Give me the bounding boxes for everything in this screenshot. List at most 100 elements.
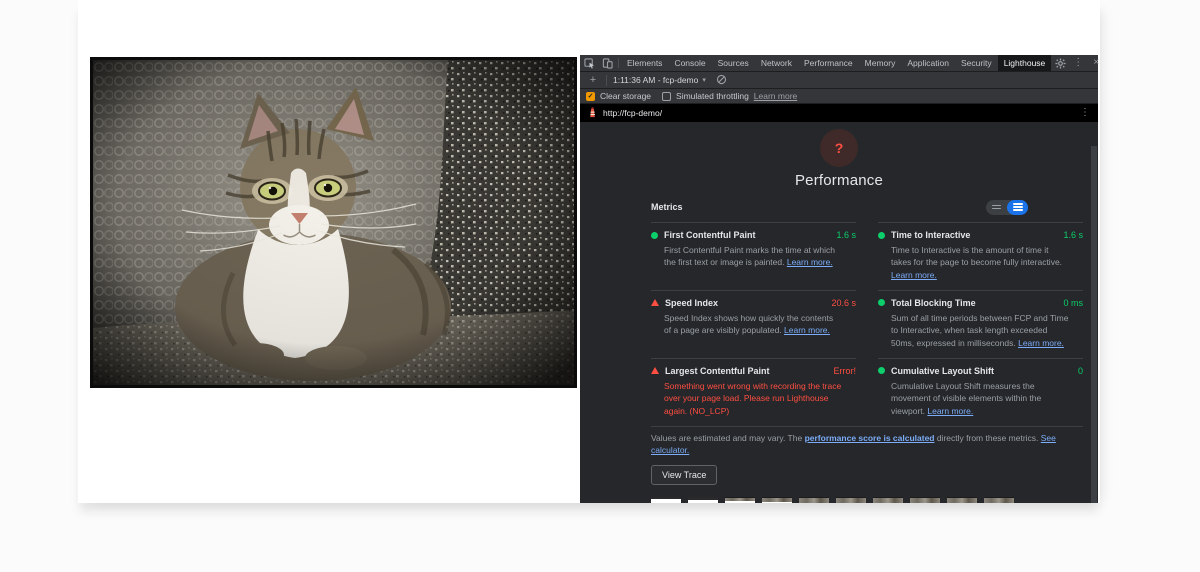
metric-largest-contentful-paint: Largest Contentful Paint Error! Something … bbox=[651, 357, 856, 426]
metric-title: Largest Contentful Paint bbox=[665, 365, 770, 376]
clear-storage-label[interactable]: Clear storage bbox=[600, 91, 651, 101]
filmstrip-frame bbox=[762, 496, 792, 503]
new-report-button[interactable]: + bbox=[586, 74, 600, 86]
footer-text-pre: Values are estimated and may vary. The bbox=[651, 432, 805, 443]
filmstrip-frame-photo bbox=[910, 496, 940, 503]
pass-dot-icon bbox=[878, 367, 885, 375]
filmstrip-frame bbox=[984, 496, 1014, 503]
metric-time-to-interactive: Time to Interactive 1.6 s Time to Interact… bbox=[878, 222, 1083, 290]
cat-illustration bbox=[93, 60, 574, 385]
report-kebab-icon[interactable]: ⋮ bbox=[1080, 108, 1090, 118]
filmstrip-frame-photo bbox=[799, 496, 829, 503]
tab-console[interactable]: Console bbox=[668, 55, 711, 71]
devtools-tabs: Elements Console Sources Network Performance… bbox=[621, 55, 1052, 71]
runbar-divider bbox=[606, 74, 607, 86]
tab-performance[interactable]: Performance bbox=[798, 55, 859, 71]
clear-reports-icon[interactable] bbox=[716, 74, 727, 87]
metric-description: Speed Index shows how quickly the conten… bbox=[664, 312, 834, 336]
metric-title: Time to Interactive bbox=[891, 230, 971, 240]
simulated-throttling-label[interactable]: Simulated throttling bbox=[676, 91, 749, 101]
metric-first-contentful-paint: First Contentful Paint 1.6 s First Content… bbox=[651, 222, 856, 290]
close-devtools-icon[interactable]: × bbox=[1087, 58, 1105, 68]
filmstrip-frame-photo bbox=[836, 496, 866, 503]
browser-page: Elements Console Sources Network Performance… bbox=[78, 0, 1100, 503]
metrics-view-toggle bbox=[986, 199, 1028, 215]
metric-cumulative-layout-shift: Cumulative Layout Shift 0 Cumulative Layou… bbox=[878, 357, 1083, 426]
metric-learn-more-link[interactable]: Learn more. bbox=[927, 406, 973, 416]
devtools-tabbar: Elements Console Sources Network Performance… bbox=[580, 55, 1099, 72]
fail-triangle-icon bbox=[651, 367, 659, 375]
clear-storage-checkbox[interactable]: ✓ bbox=[586, 91, 595, 101]
report-url-bar: http://fcp-demo/ ⋮ bbox=[580, 104, 1098, 122]
report-selector-label: 1:11:36 AM - fcp-demo bbox=[613, 75, 699, 85]
filmstrip-frame-photo bbox=[947, 496, 977, 503]
metric-title: Total Blocking Time bbox=[891, 297, 976, 308]
lighthouse-favicon bbox=[588, 106, 597, 120]
tab-memory[interactable]: Memory bbox=[859, 55, 902, 71]
metric-description: Time to Interactive is the amount of tim… bbox=[891, 245, 1063, 280]
tab-application[interactable]: Application bbox=[901, 55, 955, 71]
filmstrip-frame-photo bbox=[873, 496, 903, 503]
filmstrip bbox=[651, 496, 1083, 503]
report-title: Performance bbox=[794, 172, 884, 189]
report-selector[interactable]: 1:11:36 AM - fcp-demo ▾ bbox=[613, 75, 706, 85]
metric-learn-more-link[interactable]: Learn more. bbox=[784, 325, 830, 335]
filmstrip-frame-photo bbox=[984, 496, 1014, 503]
metrics-expanded-view-button[interactable] bbox=[1007, 199, 1028, 215]
metric-title: First Contentful Paint bbox=[664, 230, 756, 240]
metric-value: 0 bbox=[1077, 365, 1083, 376]
metric-description: Sum of all time periods between FCP and … bbox=[891, 312, 1069, 348]
kebab-menu-icon[interactable]: ⋮ bbox=[1069, 58, 1087, 68]
tab-sources[interactable]: Sources bbox=[712, 55, 755, 71]
chevron-down-icon: ▾ bbox=[702, 77, 706, 84]
metric-title: Cumulative Layout Shift bbox=[891, 365, 995, 376]
settings-gear-icon[interactable] bbox=[1051, 57, 1069, 69]
throttling-learn-more-link[interactable]: Learn more bbox=[754, 91, 797, 101]
metrics-grid: First Contentful Paint 1.6 s First Content… bbox=[651, 222, 1083, 427]
tab-elements[interactable]: Elements bbox=[621, 55, 668, 71]
filmstrip-frame bbox=[873, 496, 903, 503]
filmstrip-frame-photo bbox=[762, 496, 792, 502]
pass-dot-icon bbox=[878, 299, 885, 307]
filmstrip-frame bbox=[799, 496, 829, 503]
report-footer: Values are estimated and may vary. The p… bbox=[651, 427, 1083, 457]
devtools-panel: Elements Console Sources Network Performance… bbox=[580, 55, 1099, 503]
filmstrip-frame-photo bbox=[651, 496, 681, 499]
report-scrollbar[interactable] bbox=[1091, 146, 1097, 503]
cat-photo bbox=[90, 57, 577, 388]
pass-dot-icon bbox=[878, 231, 885, 239]
device-toolbar-icon[interactable] bbox=[598, 55, 616, 71]
tab-lighthouse[interactable]: Lighthouse bbox=[997, 55, 1052, 71]
screenshot-stage: Elements Console Sources Network Performance… bbox=[0, 0, 1200, 572]
metric-learn-more-link[interactable]: Learn more. bbox=[891, 270, 937, 280]
metric-value: 0 ms bbox=[1063, 297, 1083, 308]
toolbar-divider bbox=[618, 58, 619, 68]
filmstrip-frame-photo bbox=[688, 496, 718, 500]
fail-triangle-icon bbox=[651, 299, 659, 307]
footer-text-mid: directly from these metrics. bbox=[934, 432, 1041, 443]
metric-title: Speed Index bbox=[665, 297, 719, 308]
performance-score-gauge[interactable]: ? bbox=[820, 129, 858, 167]
metric-description: Cumulative Layout Shift measures the mov… bbox=[891, 380, 1042, 416]
metrics-collapsed-view-button[interactable] bbox=[986, 200, 1007, 215]
tab-network[interactable]: Network bbox=[755, 55, 798, 71]
filmstrip-frame bbox=[651, 496, 681, 503]
metric-learn-more-link[interactable]: Learn more. bbox=[787, 257, 833, 267]
lighthouse-report: ? Performance Metrics First Contentful P… bbox=[580, 122, 1098, 503]
metric-speed-index: Speed Index 20.6 s Speed Index shows how q… bbox=[651, 289, 856, 358]
lighthouse-run-bar: + 1:11:36 AM - fcp-demo ▾ bbox=[580, 72, 1098, 89]
metric-description: First Contentful Paint marks the time at… bbox=[664, 245, 836, 268]
simulated-throttling-checkbox[interactable] bbox=[662, 91, 672, 101]
report-url: http://fcp-demo/ bbox=[603, 108, 663, 118]
tab-security[interactable]: Security bbox=[955, 55, 998, 71]
filmstrip-frame bbox=[910, 496, 940, 503]
performance-score-link[interactable]: performance score is calculated bbox=[805, 433, 935, 443]
view-trace-button[interactable]: View Trace bbox=[651, 464, 718, 485]
metric-learn-more-link[interactable]: Learn more. bbox=[1018, 338, 1064, 348]
inspect-icon[interactable] bbox=[580, 55, 598, 71]
filmstrip-frame bbox=[947, 496, 977, 503]
filmstrip-frame bbox=[688, 496, 718, 503]
pass-dot-icon bbox=[651, 231, 658, 239]
metrics-section-header: Metrics bbox=[651, 202, 683, 212]
lighthouse-settings-bar: ✓ Clear storage Simulated throttling Lea… bbox=[580, 89, 1098, 104]
